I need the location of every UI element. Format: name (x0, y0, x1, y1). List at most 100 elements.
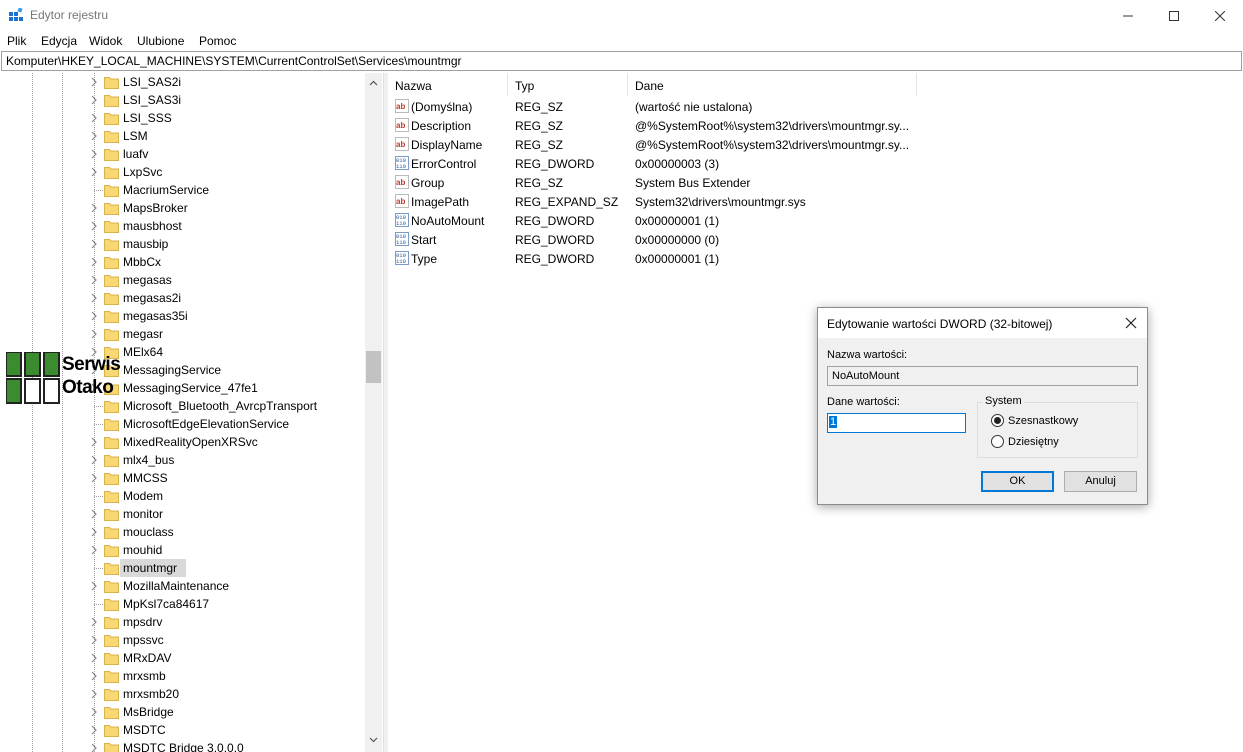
chevron-right-icon[interactable] (88, 220, 100, 232)
tree-scroll-thumb[interactable] (366, 351, 381, 383)
chevron-right-icon[interactable] (88, 112, 100, 124)
tree-item[interactable]: Modem (0, 487, 365, 505)
tree-item[interactable]: MpKsl7ca84617 (0, 595, 365, 613)
chevron-right-icon[interactable] (88, 310, 100, 322)
chevron-right-icon[interactable] (88, 670, 100, 682)
tree-item[interactable]: MbbCx (0, 253, 365, 271)
tree-item[interactable]: mpsdrv (0, 613, 365, 631)
tree-item[interactable]: MicrosoftEdgeElevationService (0, 415, 365, 433)
tree-item[interactable]: MapsBroker (0, 199, 365, 217)
chevron-right-icon[interactable] (88, 706, 100, 718)
chevron-right-icon[interactable] (88, 148, 100, 160)
tree-item[interactable]: mountmgr (0, 559, 365, 577)
chevron-right-icon[interactable] (88, 544, 100, 556)
tree-item[interactable]: mausbip (0, 235, 365, 253)
chevron-right-icon[interactable] (88, 724, 100, 736)
value-row[interactable]: ab Description REG_SZ @%SystemRoot%\system3… (388, 116, 1243, 135)
minimize-button[interactable] (1105, 0, 1151, 31)
registry-tree[interactable]: LSI_SAS2i LSI_SAS3i LSI_SSS LSM luafv LxpSvc M… (0, 73, 383, 752)
tree-item[interactable]: mpssvc (0, 631, 365, 649)
chevron-right-icon[interactable] (88, 202, 100, 214)
tree-item[interactable]: MsBridge (0, 703, 365, 721)
chevron-right-icon[interactable] (88, 526, 100, 538)
chevron-right-icon[interactable] (88, 166, 100, 178)
chevron-right-icon[interactable] (88, 634, 100, 646)
value-row[interactable]: 010 110 Type REG_DWORD 0x00000001 (1) (388, 249, 1243, 268)
close-button[interactable] (1197, 0, 1243, 31)
cancel-button[interactable]: Anuluj (1064, 471, 1137, 492)
scroll-up-icon[interactable] (369, 79, 378, 88)
chevron-right-icon[interactable] (88, 328, 100, 340)
menu-plik[interactable]: Plik (7, 34, 26, 48)
chevron-right-icon[interactable] (88, 580, 100, 592)
radio-decimal-label[interactable]: Dziesiętny (1008, 436, 1059, 448)
tree-item[interactable]: mouclass (0, 523, 365, 541)
tree-item[interactable]: mausbhost (0, 217, 365, 235)
tree-item[interactable]: MSDTC (0, 721, 365, 739)
value-row[interactable]: ab ImagePath REG_EXPAND_SZ System32\drivers… (388, 192, 1243, 211)
chevron-right-icon[interactable] (88, 76, 100, 88)
tree-item[interactable]: MixedRealityOpenXRSvc (0, 433, 365, 451)
menu-widok[interactable]: Widok (89, 34, 122, 48)
tree-scrollbar[interactable] (365, 73, 382, 752)
value-row[interactable]: 010 110 NoAutoMount REG_DWORD 0x00000001 (1) (388, 211, 1243, 230)
tree-item[interactable]: mrxsmb (0, 667, 365, 685)
tree-item[interactable]: mouhid (0, 541, 365, 559)
ok-button[interactable]: OK (981, 471, 1054, 492)
radio-hexadecimal[interactable] (991, 414, 1004, 427)
chevron-right-icon[interactable] (88, 238, 100, 250)
chevron-right-icon[interactable] (88, 508, 100, 520)
chevron-right-icon[interactable] (88, 454, 100, 466)
column-header-type[interactable]: Typ (508, 73, 628, 96)
chevron-right-icon[interactable] (88, 94, 100, 106)
chevron-right-icon[interactable] (88, 688, 100, 700)
scroll-down-icon[interactable] (369, 735, 378, 744)
binary-value-icon: 010110 (395, 251, 409, 265)
tree-item[interactable]: MRxDAV (0, 649, 365, 667)
value-data-input[interactable]: 1 (827, 413, 966, 433)
tree-item[interactable]: megasas35i (0, 307, 365, 325)
chevron-right-icon[interactable] (88, 472, 100, 484)
tree-item[interactable]: MMCSS (0, 469, 365, 487)
tree-item[interactable]: LxpSvc (0, 163, 365, 181)
radio-decimal[interactable] (991, 435, 1004, 448)
chevron-right-icon[interactable] (88, 256, 100, 268)
menu-pomoc[interactable]: Pomoc (199, 34, 236, 48)
tree-item[interactable]: mlx4_bus (0, 451, 365, 469)
tree-item[interactable]: MacriumService (0, 181, 365, 199)
menu-edycja[interactable]: Edycja (41, 34, 77, 48)
tree-item[interactable]: megasas (0, 271, 365, 289)
chevron-right-icon[interactable] (88, 742, 100, 752)
column-header-name[interactable]: Nazwa (388, 73, 508, 96)
chevron-right-icon[interactable] (88, 130, 100, 142)
chevron-right-icon[interactable] (88, 616, 100, 628)
tree-item[interactable]: mrxsmb20 (0, 685, 365, 703)
column-header-data[interactable]: Dane (628, 73, 917, 96)
tree-item[interactable]: LSM (0, 127, 365, 145)
tree-item[interactable]: monitor (0, 505, 365, 523)
value-row[interactable]: ab DisplayName REG_SZ @%SystemRoot%\system3… (388, 135, 1243, 154)
value-row[interactable]: 010 110 ErrorControl REG_DWORD 0x00000003 (3… (388, 154, 1243, 173)
address-bar[interactable]: Komputer\HKEY_LOCAL_MACHINE\SYSTEM\Curre… (1, 51, 1242, 71)
chevron-right-icon[interactable] (88, 436, 100, 448)
value-data: 0x00000003 (3) (635, 157, 720, 171)
tree-item[interactable]: megasas2i (0, 289, 365, 307)
dialog-close-icon[interactable] (1124, 316, 1138, 330)
tree-item[interactable]: LSI_SAS3i (0, 91, 365, 109)
tree-item[interactable]: luafv (0, 145, 365, 163)
chevron-right-icon[interactable] (88, 274, 100, 286)
radio-hexadecimal-label[interactable]: Szesnastkowy (1008, 415, 1078, 427)
tree-item[interactable]: LSI_SSS (0, 109, 365, 127)
tree-item[interactable]: LSI_SAS2i (0, 73, 365, 91)
tree-item[interactable]: megasr (0, 325, 365, 343)
tree-item[interactable]: MSDTC Bridge 3.0.0.0 (0, 739, 365, 752)
tree-item-label: luafv (123, 147, 149, 161)
value-row[interactable]: 010 110 Start REG_DWORD 0x00000000 (0) (388, 230, 1243, 249)
tree-item[interactable]: MozillaMaintenance (0, 577, 365, 595)
value-row[interactable]: ab (Domyślna) REG_SZ (wartość nie ustalona) (388, 97, 1243, 116)
chevron-right-icon[interactable] (88, 652, 100, 664)
chevron-right-icon[interactable] (88, 292, 100, 304)
maximize-button[interactable] (1151, 0, 1197, 31)
value-row[interactable]: ab Group REG_SZ System Bus Extender (388, 173, 1243, 192)
menu-ulubione[interactable]: Ulubione (137, 34, 184, 48)
